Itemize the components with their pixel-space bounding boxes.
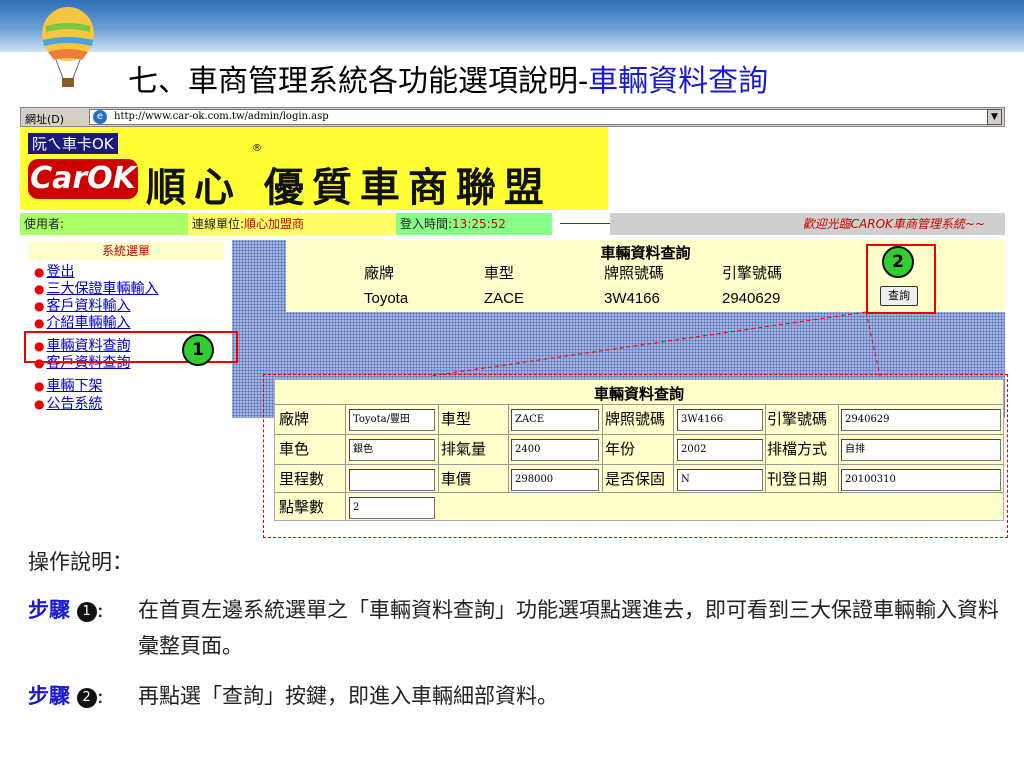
- registered-mark: ®: [252, 143, 262, 154]
- url-field[interactable]: http://www.car-ok.com.tw/admin/login.asp: [89, 109, 994, 125]
- instruction-step-2: 步驟 2: 再點選「查詢」按鍵，即進入車輛細部資料。: [28, 678, 1008, 714]
- instructions-heading: 操作說明：: [28, 550, 133, 574]
- menu-item-three-guarantee-input[interactable]: 三大保證車輛輸入: [34, 281, 158, 297]
- step-1-label: 步驟: [28, 597, 70, 622]
- row-engine: 2940629: [722, 290, 781, 307]
- field-post-date[interactable]: 20100310: [841, 469, 1001, 491]
- label-displacement: 排氣量: [441, 440, 487, 458]
- unit-field: 連線單位:順心加盟商: [188, 213, 396, 235]
- login-time-field: 登入時間:13:25:52: [396, 213, 552, 235]
- label-transmission: 排檔方式: [767, 440, 828, 458]
- menu-item-intro-vehicle-input[interactable]: 介紹車輛輸入: [34, 315, 130, 331]
- label-mileage: 里程數: [279, 470, 325, 488]
- browser-address-bar: 網址(D) http://www.car-ok.com.tw/admin/log…: [20, 107, 1005, 127]
- field-year[interactable]: 2002: [677, 439, 763, 461]
- step-2-number: 2: [76, 688, 97, 708]
- menu-item-customer-input[interactable]: 客戶資料輸入: [34, 298, 130, 314]
- label-model: 車型: [441, 410, 472, 428]
- col-brand: 廠牌: [364, 264, 395, 282]
- field-displacement[interactable]: 2400: [511, 439, 599, 461]
- menu-item-announcements[interactable]: 公告系統: [34, 396, 102, 412]
- slide-title-highlight: 車輛資料查詢: [588, 64, 769, 99]
- callout-badge-1: 1: [182, 334, 214, 366]
- slide-title: 七、車商管理系統各功能選項說明-車輛資料查詢: [128, 64, 769, 99]
- vehicle-detail-callout: 車輛資料查詢 廠牌 Toyota/豐田 車型 ZACE 牌照號碼 3W4166 …: [263, 374, 1008, 538]
- label-color: 車色: [279, 440, 310, 458]
- field-price[interactable]: 298000: [511, 469, 599, 491]
- label-price: 車價: [441, 470, 472, 488]
- welcome-message: 歡迎光臨CAROK車商管理系統~~: [610, 213, 1005, 235]
- url-text: http://www.car-ok.com.tw/admin/login.asp: [114, 111, 329, 122]
- step-1-number: 1: [76, 602, 97, 622]
- label-clicks: 點擊數: [279, 498, 325, 516]
- site-banner: 阮ㄟ車卡OK CarOK ® 順心 優質車商聯盟: [20, 127, 608, 211]
- user-field: 使用者:: [20, 213, 188, 235]
- col-engine: 引擎號碼: [722, 264, 783, 282]
- label-year: 年份: [605, 440, 636, 458]
- banner-blank-area: [608, 127, 1005, 210]
- field-transmission[interactable]: 自排: [841, 439, 1001, 461]
- step-2-text: 再點選「查詢」按鍵，即進入車輛細部資料。: [138, 684, 558, 708]
- vehicle-detail-table: 車輛資料查詢 廠牌 Toyota/豐田 車型 ZACE 牌照號碼 3W4166 …: [274, 379, 1004, 521]
- label-engine: 引擎號碼: [767, 410, 828, 428]
- label-brand: 廠牌: [279, 410, 310, 428]
- menu-item-vehicle-delist[interactable]: 車輛下架: [34, 378, 102, 394]
- field-clicks[interactable]: 2: [349, 497, 435, 519]
- url-dropdown-button[interactable]: ▼: [987, 109, 1002, 125]
- menu-header: 系統選單: [28, 242, 224, 260]
- col-model: 車型: [484, 264, 515, 282]
- instruction-step-1: 步驟 1: 在首頁左邊系統選單之「車輛資料查詢」功能選項點選進去，即可看到三大保…: [28, 592, 1008, 664]
- slide-header-band: [0, 0, 1024, 52]
- row-plate: 3W4166: [604, 290, 660, 307]
- field-brand[interactable]: Toyota/豐田: [349, 409, 435, 431]
- detail-title: 車輛資料查詢: [593, 385, 684, 403]
- field-engine[interactable]: 2940629: [841, 409, 1001, 431]
- row-model: ZACE: [484, 290, 525, 307]
- field-mileage[interactable]: [349, 469, 435, 491]
- field-color[interactable]: 銀色: [349, 439, 435, 461]
- label-plate: 牌照號碼: [605, 410, 666, 428]
- field-plate[interactable]: 3W4166: [677, 409, 763, 431]
- carok-logo: CarOK: [28, 159, 138, 199]
- row-brand: Toyota: [364, 290, 409, 307]
- field-warranty[interactable]: N: [677, 469, 763, 491]
- small-logo-text: 阮ㄟ車卡OK: [28, 133, 118, 154]
- callout-badge-2: 2: [882, 246, 914, 278]
- field-model[interactable]: ZACE: [511, 409, 599, 431]
- browser-ie-icon: e: [93, 110, 107, 124]
- menu-item-logout[interactable]: 登出: [34, 264, 74, 280]
- address-label: 網址(D): [25, 113, 65, 126]
- system-menu: 系統選單 登出 三大保證車輛輸入 客戶資料輸入 介紹車輛輸入 車輛資料查詢 客戶…: [20, 240, 232, 418]
- status-bar: 使用者: 連線單位:順心加盟商 登入時間:13:25:52 歡迎光臨CAROK車…: [20, 213, 1005, 235]
- hot-air-balloon-icon: [42, 7, 94, 87]
- step-1-text: 在首頁左邊系統選單之「車輛資料查詢」功能選項點選進去，即可看到三大保證車輛輸入資…: [138, 598, 999, 658]
- step-2-label: 步驟: [28, 683, 70, 708]
- col-plate: 牌照號碼: [604, 264, 665, 282]
- label-warranty: 是否保固: [605, 470, 666, 488]
- label-post-date: 刊登日期: [767, 470, 828, 488]
- brand-name: 順心 優質車商聯盟: [146, 164, 552, 211]
- status-divider: [560, 223, 610, 224]
